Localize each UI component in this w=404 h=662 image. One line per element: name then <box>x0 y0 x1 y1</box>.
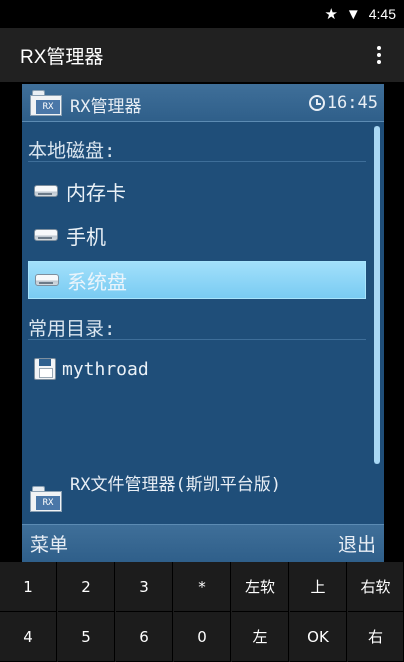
key-left[interactable]: 左 <box>232 612 289 662</box>
softkey-bar: 菜单 退出 <box>22 524 384 562</box>
footer-note-text: RX文件管理器(斯凯平台版) <box>70 475 281 495</box>
wifi-icon: ▼ <box>345 5 361 23</box>
star-icon: ★ <box>324 5 338 23</box>
save-disk-icon <box>34 358 56 380</box>
directory-label: mythroad <box>62 358 149 380</box>
clock-icon <box>308 95 325 111</box>
folder-badge: RX <box>36 496 60 510</box>
key-1[interactable]: 1 <box>0 562 57 612</box>
key-5[interactable]: 5 <box>58 612 115 662</box>
disk-label: 手机 <box>66 224 106 249</box>
footer-note: RX RX文件管理器(斯凯平台版) <box>28 468 378 520</box>
clock-time: 16:45 <box>326 93 378 113</box>
folder-icon: RX <box>30 486 62 512</box>
key-4[interactable]: 4 <box>0 612 57 662</box>
drive-icon <box>35 274 59 286</box>
disk-label: 系统盘 <box>67 269 127 294</box>
drive-icon <box>34 185 58 197</box>
right-softkey-exit[interactable]: 退出 <box>338 530 376 557</box>
scrollbar[interactable] <box>374 126 380 464</box>
list-item-disk-selected[interactable]: 系统盘 <box>28 261 366 299</box>
list-item-disk[interactable]: 内存卡 <box>28 172 366 210</box>
key-6[interactable]: 6 <box>116 612 173 662</box>
list-item-disk[interactable]: 手机 <box>28 216 366 254</box>
emulator-title: RX管理器 <box>70 97 142 117</box>
drive-icon <box>34 229 58 241</box>
section-common-dirs: 常用目录: <box>28 310 366 340</box>
key-right[interactable]: 右 <box>348 612 404 662</box>
app-title: RX管理器 <box>20 46 104 68</box>
key-ok[interactable]: OK <box>290 612 347 662</box>
key-left-softkey[interactable]: 左软 <box>232 562 289 612</box>
key-up[interactable]: 上 <box>290 562 347 612</box>
folder-icon: RX <box>30 90 62 116</box>
key-right-softkey[interactable]: 右软 <box>348 562 404 612</box>
key-2[interactable]: 2 <box>58 562 115 612</box>
status-bar: ★ ▼ 4:45 <box>0 0 404 28</box>
status-time: 4:45 <box>368 6 396 22</box>
section-local-disks: 本地磁盘: <box>28 132 366 162</box>
scrollbar-thumb[interactable] <box>374 126 380 464</box>
emulator-clock: 16:45 <box>308 93 378 113</box>
key-3[interactable]: 3 <box>116 562 173 612</box>
key-0[interactable]: 0 <box>174 612 231 662</box>
left-softkey-menu[interactable]: 菜单 <box>30 530 68 557</box>
emulator-title-bar: RX RX管理器 16:45 <box>22 84 384 122</box>
disk-label: 内存卡 <box>66 180 126 205</box>
folder-badge: RX <box>36 100 60 114</box>
overflow-menu-icon[interactable] <box>368 40 390 70</box>
app-bar: RX管理器 <box>0 28 404 82</box>
list-item-directory[interactable]: mythroad <box>28 350 366 388</box>
keypad: 1 2 3 * 左软 上 右软 4 5 6 0 左 OK 右 <box>0 562 404 662</box>
key-star[interactable]: * <box>174 562 231 612</box>
emulator-screen: RX RX管理器 16:45 本地磁盘: 内存卡 手机 系统盘 常用目录: my… <box>22 84 384 562</box>
